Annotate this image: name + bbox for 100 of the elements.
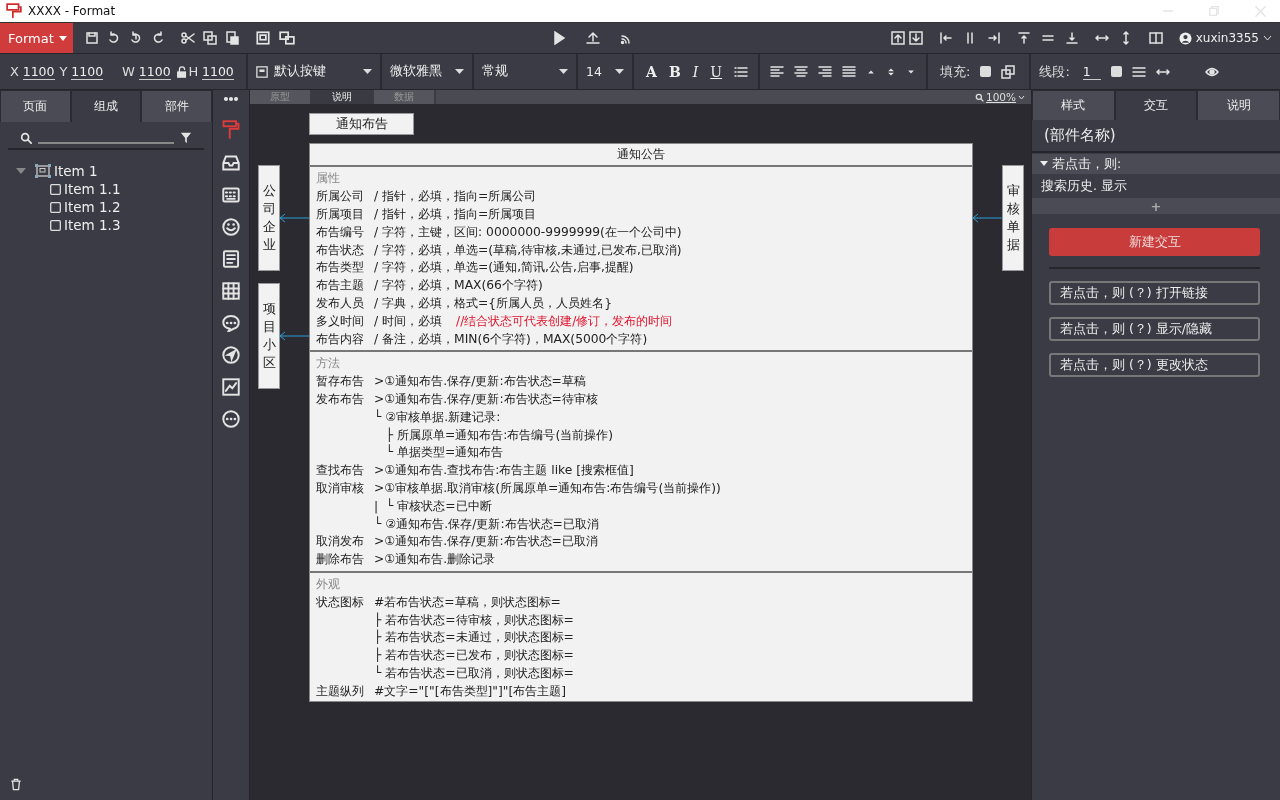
field-name: 取消发布 bbox=[316, 534, 364, 549]
group-icon[interactable] bbox=[254, 30, 271, 46]
field-name: 所属项目 bbox=[316, 207, 364, 221]
connector-arrow bbox=[280, 213, 309, 223]
input-field[interactable]: 1100 bbox=[138, 63, 171, 80]
undo-icon[interactable] bbox=[106, 31, 121, 45]
paste-icon[interactable] bbox=[224, 31, 239, 45]
user-menu[interactable]: xuxin3355 bbox=[1178, 31, 1272, 45]
tree-item[interactable]: Item 1.3 bbox=[50, 216, 196, 234]
add-action-button[interactable]: + bbox=[1032, 198, 1280, 214]
chat-icon[interactable] bbox=[221, 314, 241, 332]
text-style-button[interactable]: A bbox=[646, 63, 657, 80]
section-heading: 外观 bbox=[316, 575, 340, 593]
search-icon[interactable] bbox=[20, 132, 32, 144]
paint-roller-icon[interactable] bbox=[222, 120, 240, 140]
align-text-center-icon[interactable] bbox=[794, 64, 809, 79]
undo-icon[interactable] bbox=[128, 31, 143, 45]
shape-icon bbox=[50, 219, 61, 231]
lock-icon[interactable] bbox=[175, 65, 188, 78]
tree-item[interactable]: Item 1.1 bbox=[50, 180, 196, 198]
shape-icon bbox=[50, 201, 61, 213]
align-text-right-icon[interactable] bbox=[818, 64, 833, 79]
expand-caret-icon[interactable] bbox=[1040, 161, 1048, 167]
field-spec: / 字符，必填，单选=(通知,简讯,公告,启事,提醒) bbox=[374, 259, 634, 277]
tree-item[interactable]: Item 1 bbox=[16, 162, 196, 180]
caret-icon bbox=[455, 69, 464, 74]
tab[interactable]: 说明 bbox=[312, 90, 374, 104]
trash-icon[interactable] bbox=[10, 778, 22, 791]
align-left-icon[interactable] bbox=[938, 31, 953, 45]
field-spec: >①通知布告.保存/更新:布告状态=已取消 bbox=[374, 533, 598, 551]
field-spec: #文字="["[布告类型]"]"[布告主题] bbox=[374, 682, 567, 700]
interaction-preset-button[interactable]: 若点击，则 (？) 显示/隐藏 bbox=[1049, 317, 1260, 341]
field-label: H bbox=[188, 64, 199, 79]
caret-icon bbox=[559, 69, 568, 74]
notice-button[interactable]: 通知布告 bbox=[309, 113, 414, 135]
field-spec: └ ②审核单据.新建记录: bbox=[374, 408, 501, 426]
document-icon[interactable] bbox=[221, 250, 241, 268]
shadow-icon[interactable] bbox=[1001, 64, 1016, 79]
interaction-preset-button[interactable]: 若点击，则 (？) 更改状态 bbox=[1049, 353, 1260, 377]
field-spec: >①通知布告.保存/更新:布告状态=草稿 bbox=[374, 373, 586, 391]
tab[interactable]: 组成 bbox=[70, 90, 142, 122]
bullet-list-icon[interactable] bbox=[734, 64, 749, 79]
tab[interactable]: 样式 bbox=[1032, 90, 1115, 120]
input-field[interactable]: 1100 bbox=[202, 63, 234, 80]
field-name: 取消审核 bbox=[316, 480, 364, 495]
fill-swatch[interactable] bbox=[980, 66, 992, 77]
input-field[interactable]: 1100 bbox=[22, 63, 55, 80]
field-spec: #若布告状态=草稿，则状态图标= bbox=[374, 593, 561, 611]
field-spec: / 指针，必填，指向=所属项目 bbox=[374, 206, 537, 223]
save-icon[interactable] bbox=[84, 31, 99, 45]
field-spec: / 字符，必填，MAX(66个字符) bbox=[374, 277, 543, 295]
search-icon bbox=[974, 92, 984, 102]
smiley-icon[interactable] bbox=[221, 218, 241, 236]
tree-item[interactable]: Item 1.2 bbox=[50, 198, 196, 216]
line-color-swatch[interactable] bbox=[1110, 66, 1122, 77]
tab[interactable]: 部件 bbox=[141, 90, 212, 122]
align-bottom-icon[interactable] bbox=[1064, 31, 1079, 45]
caret-icon bbox=[363, 69, 372, 74]
align-right-icon[interactable] bbox=[986, 31, 1001, 45]
interaction-preset-button[interactable]: 若点击，则 (？) 打开链接 bbox=[1049, 281, 1260, 305]
more-circle-icon[interactable] bbox=[221, 410, 241, 428]
field-name: 布告状态 bbox=[316, 242, 364, 257]
expand-caret-icon[interactable] bbox=[16, 167, 26, 175]
line-label: 线段: bbox=[1039, 62, 1070, 81]
grid-icon[interactable] bbox=[221, 282, 241, 300]
play-icon[interactable] bbox=[551, 31, 566, 45]
action-item[interactable]: 搜索历史. 显示 bbox=[1032, 174, 1280, 198]
input-field[interactable]: 1 bbox=[1082, 63, 1101, 80]
ungroup-icon[interactable] bbox=[278, 30, 295, 46]
text-style-button[interactable]: I bbox=[692, 63, 699, 80]
tab[interactable]: 交互 bbox=[1114, 90, 1198, 120]
align-text-left-icon[interactable] bbox=[770, 64, 785, 79]
text-style-button[interactable]: U bbox=[710, 63, 723, 80]
format-menu[interactable]: Format bbox=[0, 23, 73, 53]
chevron-down-icon bbox=[1018, 94, 1025, 100]
align-top-icon[interactable] bbox=[1016, 31, 1031, 45]
event-header[interactable]: 若点击，则: bbox=[1032, 154, 1280, 174]
new-interaction-button[interactable]: 新建交互 bbox=[1049, 228, 1260, 256]
line-chart-icon[interactable] bbox=[221, 378, 241, 396]
connector-arrow bbox=[973, 213, 1002, 223]
bring-front-icon[interactable] bbox=[890, 31, 905, 45]
keyboard-icon[interactable] bbox=[221, 186, 241, 204]
text-style-button[interactable]: B bbox=[668, 63, 681, 80]
panel-layout-icon[interactable] bbox=[1148, 31, 1163, 45]
tab[interactable]: 说明 bbox=[1197, 90, 1280, 120]
inbox-icon[interactable] bbox=[221, 154, 241, 172]
justify-icon[interactable] bbox=[842, 64, 857, 79]
fill-label: 填充: bbox=[940, 62, 971, 81]
navigation-icon[interactable] bbox=[221, 346, 241, 364]
caret-icon bbox=[615, 69, 624, 74]
cut-icon[interactable] bbox=[180, 31, 195, 45]
filter-icon[interactable] bbox=[180, 132, 192, 144]
zoom-dropdown[interactable]: 100% bbox=[974, 90, 1031, 104]
paint-roller-icon[interactable] bbox=[6, 3, 22, 19]
input-field[interactable]: 1100 bbox=[71, 63, 104, 80]
copy-icon[interactable] bbox=[202, 31, 217, 45]
tab[interactable]: 页面 bbox=[0, 90, 71, 122]
send-back-icon[interactable] bbox=[908, 31, 923, 45]
upload-icon[interactable] bbox=[585, 31, 600, 45]
line-style-icon[interactable] bbox=[1131, 64, 1146, 79]
